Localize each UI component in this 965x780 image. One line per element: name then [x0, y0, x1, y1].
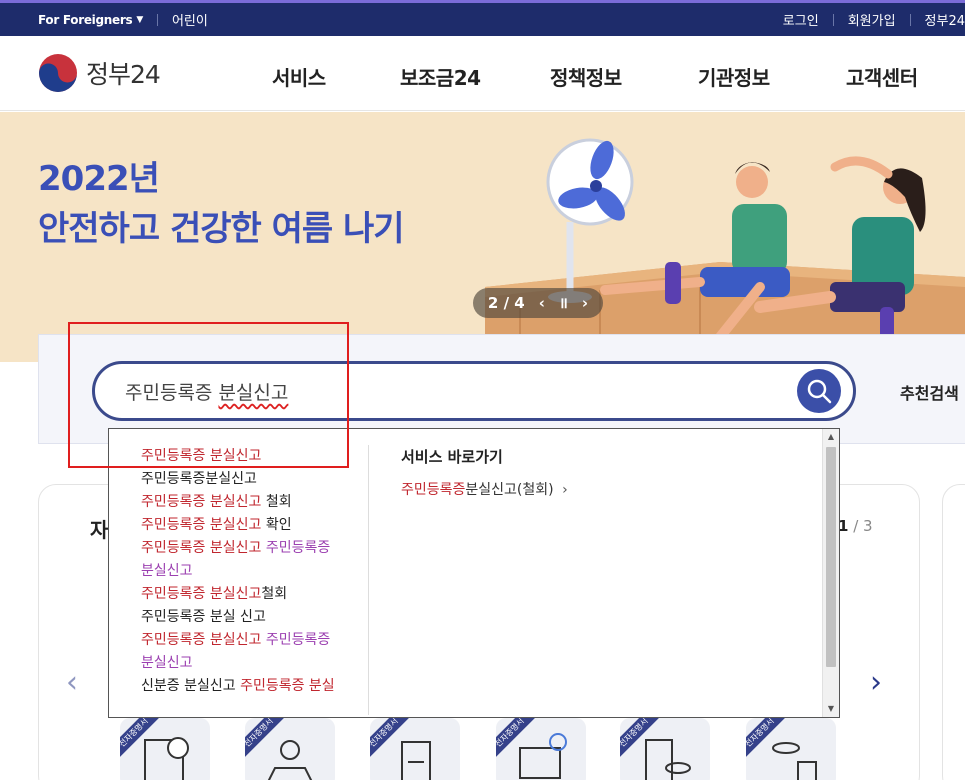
autocomplete-item-text: 주민등록증분실신고 [141, 471, 257, 487]
for-foreigners-label: For Foreigners [38, 12, 133, 27]
autocomplete-item-match: 주민등록증 분실신고 [141, 517, 262, 533]
signup-link[interactable]: 회원가입 [848, 10, 896, 29]
utility-separator [832, 13, 834, 26]
chevron-left-icon[interactable]: ‹ [539, 294, 545, 312]
site-header: 정부24 서비스 보조금24 정책정보 기관정보 고객센터 [0, 36, 965, 111]
nav-subsidy24[interactable]: 보조금24 [400, 62, 481, 91]
service-card-presentation[interactable]: 전자증명서 [496, 718, 586, 780]
service-card-location[interactable]: 전자증명서 [245, 718, 335, 780]
service-card-map[interactable]: 전자증명서 [120, 718, 210, 780]
search-autocomplete-dropdown: 주민등록증 분실신고 주민등록증분실신고 주민등록증 분실신고 철회 주민등록증… [108, 428, 840, 718]
main-navigation: 서비스 보조금24 정책정보 기관정보 고객센터 [0, 36, 965, 111]
autocomplete-item-match: 주민등록증 분실 [240, 678, 335, 694]
search-box[interactable]: 주민등록증 분실신고 [92, 361, 856, 421]
service-card-database[interactable]: 전자증명서 [746, 718, 836, 780]
autocomplete-item[interactable]: 주민등록증 분실신고 주민등록증분실신고 [141, 629, 367, 675]
service-card-database-doc[interactable]: 전자증명서 [620, 718, 710, 780]
autocomplete-item-match: 주민등록증 분실신고 [141, 586, 262, 602]
nav-agency-info[interactable]: 기관정보 [698, 62, 770, 91]
carousel-next-icon[interactable]: › [870, 665, 882, 700]
autocomplete-item[interactable]: 주민등록증 분실신고철회 [141, 583, 367, 606]
autocomplete-divider [368, 445, 369, 715]
pause-icon[interactable]: ॥ [559, 293, 568, 313]
autocomplete-item-text: 확인 [261, 517, 292, 533]
search-input[interactable]: 주민등록증 분실신고 [125, 378, 725, 405]
caret-down-icon: ▼ [136, 14, 143, 25]
kids-link[interactable]: 어린이 [172, 10, 208, 29]
search-icon [807, 379, 832, 404]
autocomplete-item-related: 주민등록증 [265, 540, 331, 556]
autocomplete-item-related: 주민등록증 [265, 632, 331, 648]
autocomplete-item[interactable]: 주민등록증 분실신고 주민등록증분실신고 [141, 537, 367, 583]
nav-customer-center[interactable]: 고객센터 [846, 62, 918, 91]
autocomplete-item-match: 주민등록증 분실신고 [141, 448, 262, 464]
chevron-right-icon[interactable]: › [582, 294, 588, 312]
autocomplete-scrollbar[interactable]: ▲ ▼ [822, 429, 839, 717]
autocomplete-item-related: 분실신고 [141, 655, 193, 671]
main-banner[interactable]: 2022년 안전하고 건강한 여름 나기 2 / 4 ‹ ॥ › [0, 112, 965, 362]
carousel-prev-icon[interactable]: ‹ [66, 665, 78, 700]
service-card-document[interactable]: 전자증명서 [370, 718, 460, 780]
banner-illustration [485, 138, 965, 362]
autocomplete-item[interactable]: 주민등록증 분실 신고 [141, 606, 367, 629]
service-shortcut-link[interactable]: 주민등록증분실신고(철회) › [401, 479, 568, 499]
autocomplete-item-match: 주민등록증 분실신고 [141, 494, 262, 510]
autocomplete-item-match: 주민등록증 분실신고 [141, 540, 262, 556]
service-card-area-next [942, 484, 965, 780]
banner-pager: 2 / 4 ‹ ॥ › [473, 288, 603, 318]
autocomplete-item[interactable]: 주민등록증 분실신고 확인 [141, 514, 367, 537]
autocomplete-list: 주민등록증 분실신고 주민등록증분실신고 주민등록증 분실신고 철회 주민등록증… [141, 445, 367, 698]
login-link[interactable]: 로그인 [783, 10, 819, 29]
search-input-misspelled: 분실신고 [218, 382, 289, 404]
scroll-thumb[interactable] [826, 447, 836, 667]
autocomplete-item-text: 철회 [261, 494, 292, 510]
nav-policy-info[interactable]: 정책정보 [550, 62, 622, 91]
nav-services[interactable]: 서비스 [272, 62, 326, 91]
chevron-right-icon: › [562, 482, 568, 498]
utility-separator [909, 13, 911, 26]
service-shortcut-text: 분실신고(철회) [465, 482, 554, 498]
utility-separator [156, 13, 158, 26]
card-section-heading: 자 [90, 518, 109, 542]
recommended-search-label: 추천검색 [900, 384, 959, 403]
autocomplete-item-text: 철회 [261, 586, 288, 602]
service-shortcut-match: 주민등록증 [401, 482, 466, 498]
search-button[interactable] [797, 369, 841, 413]
autocomplete-item-text: 신분증 분실신고 [141, 678, 241, 694]
scroll-up-arrow-icon[interactable]: ▲ [823, 429, 839, 445]
scroll-down-arrow-icon[interactable]: ▼ [823, 701, 839, 717]
card-page-total: / 3 [848, 517, 873, 535]
banner-page-indicator: 2 / 4 [487, 294, 525, 312]
gov24-link[interactable]: 정부24 [925, 10, 965, 29]
service-shortcut-title: 서비스 바로가기 [401, 448, 503, 466]
autocomplete-item[interactable]: 주민등록증분실신고 [141, 468, 367, 491]
for-foreigners-menu[interactable]: For Foreigners ▼ [38, 13, 143, 27]
utility-bar: For Foreigners ▼ 어린이 로그인 회원가입 정부24 [0, 3, 965, 36]
autocomplete-item-text: 주민등록증 분실 신고 [141, 609, 266, 625]
autocomplete-item[interactable]: 주민등록증 분실신고 철회 [141, 491, 367, 514]
autocomplete-item-match: 주민등록증 분실신고 [141, 632, 262, 648]
autocomplete-item[interactable]: 주민등록증 분실신고 [141, 445, 367, 468]
card-pagination: 1 / 3 [838, 517, 873, 535]
autocomplete-item[interactable]: 신분증 분실신고 주민등록증 분실 [141, 675, 367, 698]
autocomplete-item-related: 분실신고 [141, 563, 193, 579]
search-input-text: 주민등록증 [125, 382, 219, 404]
